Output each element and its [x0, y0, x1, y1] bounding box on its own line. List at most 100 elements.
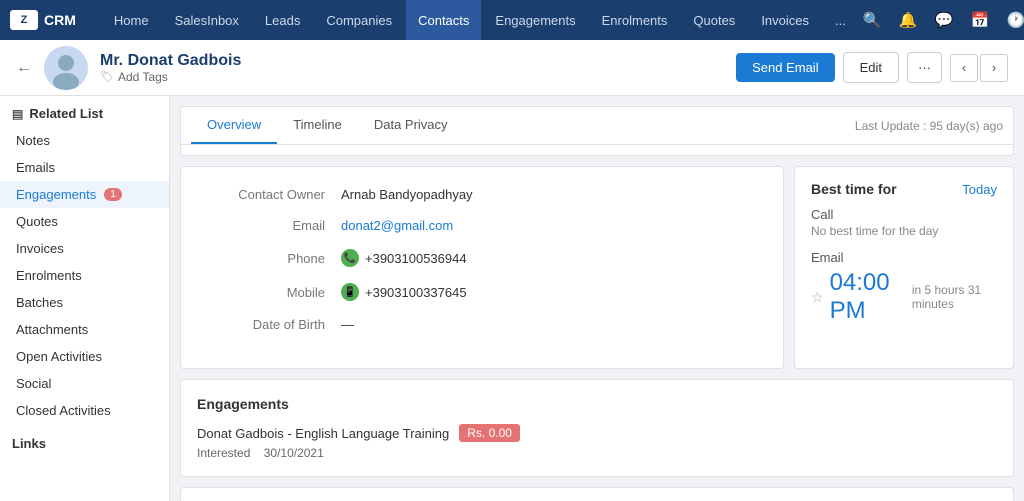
bell-icon[interactable]: 🔔: [894, 6, 922, 34]
nav-enrolments[interactable]: Enrolments: [590, 0, 680, 40]
hide-details-card: Hide Details Contact Information: [180, 487, 1014, 501]
emails-label: Emails: [16, 160, 55, 175]
email-row: Email donat2@gmail.com: [205, 218, 759, 233]
contact-header: ← Mr. Donat Gadbois 🏷 Add Tags Send Emai…: [0, 40, 1024, 96]
search-icon[interactable]: 🔍: [858, 6, 886, 34]
tab-overview[interactable]: Overview: [191, 107, 277, 144]
next-arrow-button[interactable]: ›: [980, 54, 1008, 82]
links-header: Links: [0, 424, 169, 457]
engagement-detail: Interested 30/10/2021: [197, 446, 997, 460]
nav-companies[interactable]: Companies: [314, 0, 404, 40]
engagement-name: Donat Gadbois - English Language Trainin…: [197, 426, 449, 441]
navigation-arrows: ‹ ›: [950, 54, 1008, 82]
phone-row: Phone 📞 +3903100536944: [205, 249, 759, 267]
nav-contacts[interactable]: Contacts: [406, 0, 481, 40]
nav-invoices[interactable]: Invoices: [749, 0, 821, 40]
logo-symbol: Z: [21, 14, 28, 26]
closed-activities-label: Closed Activities: [16, 403, 111, 418]
mobile-number: +3903100337645: [365, 285, 467, 300]
crm-label: CRM: [44, 12, 76, 28]
sidebar-item-open-activities[interactable]: Open Activities: [0, 343, 169, 370]
email-link[interactable]: donat2@gmail.com: [341, 218, 453, 233]
best-time-card: Best time for Today Call No best time fo…: [794, 166, 1014, 369]
sidebar-item-quotes[interactable]: Quotes: [0, 208, 169, 235]
nav-home[interactable]: Home: [102, 0, 161, 40]
tab-timeline[interactable]: Timeline: [277, 107, 358, 144]
engagement-amount-badge: Rs. 0.00: [459, 424, 520, 442]
sidebar-item-attachments[interactable]: Attachments: [0, 316, 169, 343]
dob-value: —: [341, 317, 354, 332]
engagement-row: Donat Gadbois - English Language Trainin…: [197, 424, 997, 442]
prev-arrow-button[interactable]: ‹: [950, 54, 978, 82]
mobile-row: Mobile 📱 +3903100337645: [205, 283, 759, 301]
mobile-icon: 📱: [341, 283, 359, 301]
sidebar-item-closed-activities[interactable]: Closed Activities: [0, 397, 169, 424]
engagements-section-card: Engagements Donat Gadbois - English Lang…: [180, 379, 1014, 477]
batches-label: Batches: [16, 295, 63, 310]
nav-right-icons: 🔍 🔔 💬 📅 🕐 ⚙️ A ⊞: [858, 6, 1024, 34]
sidebar: ▤ Related List Notes Emails Engagements …: [0, 96, 170, 501]
back-button[interactable]: ←: [16, 59, 32, 77]
overview-grid: Contact Owner Arnab Bandyopadhyay Email …: [180, 166, 1014, 369]
contact-info: Mr. Donat Gadbois 🏷 Add Tags: [100, 52, 724, 84]
engagement-status: Interested: [197, 446, 250, 460]
email-time-suffix: in 5 hours 31 minutes: [912, 283, 997, 311]
nav-salesinbox[interactable]: SalesInbox: [163, 0, 251, 40]
email-label: Email: [205, 218, 325, 233]
sidebar-item-batches[interactable]: Batches: [0, 289, 169, 316]
dob-label: Date of Birth: [205, 317, 325, 332]
call-section: Call No best time for the day: [811, 207, 997, 238]
header-actions: Send Email Edit ··· ‹ ›: [736, 52, 1008, 83]
message-icon[interactable]: 💬: [930, 6, 958, 34]
tabs-wrapper: Overview Timeline Data Privacy Last Upda…: [180, 106, 1014, 156]
calendar-icon[interactable]: 📅: [966, 6, 994, 34]
email-best-time-section: Email ☆ 04:00 PM in 5 hours 31 minutes: [811, 250, 997, 325]
logo[interactable]: Z CRM: [10, 10, 92, 30]
contact-details-card: Contact Owner Arnab Bandyopadhyay Email …: [180, 166, 784, 369]
edit-button[interactable]: Edit: [843, 52, 899, 83]
contact-name: Mr. Donat Gadbois: [100, 52, 724, 70]
phone-label: Phone: [205, 251, 325, 266]
last-update-text: Last Update : 95 day(s) ago: [855, 109, 1003, 143]
sidebar-item-enrolments[interactable]: Enrolments: [0, 262, 169, 289]
engagements-section-title: Engagements: [197, 396, 997, 412]
nav-more[interactable]: ...: [823, 0, 858, 40]
tag-icon: 🏷: [100, 70, 114, 83]
tabs-bar: Overview Timeline Data Privacy Last Upda…: [181, 107, 1013, 145]
top-navigation: Z CRM Home SalesInbox Leads Companies Co…: [0, 0, 1024, 40]
social-label: Social: [16, 376, 51, 391]
phone-icon: 📞: [341, 249, 359, 267]
today-link[interactable]: Today: [962, 182, 997, 197]
contact-owner-row: Contact Owner Arnab Bandyopadhyay: [205, 187, 759, 202]
quotes-label: Quotes: [16, 214, 58, 229]
email-time-value: 04:00 PM: [830, 269, 906, 325]
email-best-time-label: Email: [811, 250, 997, 265]
contact-owner-value: Arnab Bandyopadhyay: [341, 187, 473, 202]
related-list-header: ▤ Related List: [0, 96, 169, 127]
clock-icon[interactable]: 🕐: [1002, 6, 1024, 34]
notes-label: Notes: [16, 133, 50, 148]
send-email-button[interactable]: Send Email: [736, 53, 834, 82]
sidebar-item-emails[interactable]: Emails: [0, 154, 169, 181]
open-activities-label: Open Activities: [16, 349, 102, 364]
crm-logo-icon: Z: [10, 10, 38, 30]
attachments-label: Attachments: [16, 322, 88, 337]
engagements-label: Engagements: [16, 187, 96, 202]
sidebar-item-notes[interactable]: Notes: [0, 127, 169, 154]
engagement-date: 30/10/2021: [264, 446, 324, 460]
sidebar-item-invoices[interactable]: Invoices: [0, 235, 169, 262]
nav-leads[interactable]: Leads: [253, 0, 312, 40]
email-time-display: ☆ 04:00 PM in 5 hours 31 minutes: [811, 269, 997, 325]
add-tags-button[interactable]: 🏷 Add Tags: [100, 70, 724, 84]
nav-quotes[interactable]: Quotes: [681, 0, 747, 40]
nav-items: Home SalesInbox Leads Companies Contacts…: [102, 0, 858, 40]
tab-data-privacy[interactable]: Data Privacy: [358, 107, 464, 144]
more-options-button[interactable]: ···: [907, 52, 942, 83]
sidebar-item-social[interactable]: Social: [0, 370, 169, 397]
call-label: Call: [811, 207, 997, 222]
best-time-header: Best time for Today: [811, 181, 997, 197]
nav-engagements[interactable]: Engagements: [483, 0, 587, 40]
dob-row: Date of Birth —: [205, 317, 759, 332]
sidebar-item-engagements[interactable]: Engagements 1: [0, 181, 169, 208]
mobile-value: 📱 +3903100337645: [341, 283, 467, 301]
